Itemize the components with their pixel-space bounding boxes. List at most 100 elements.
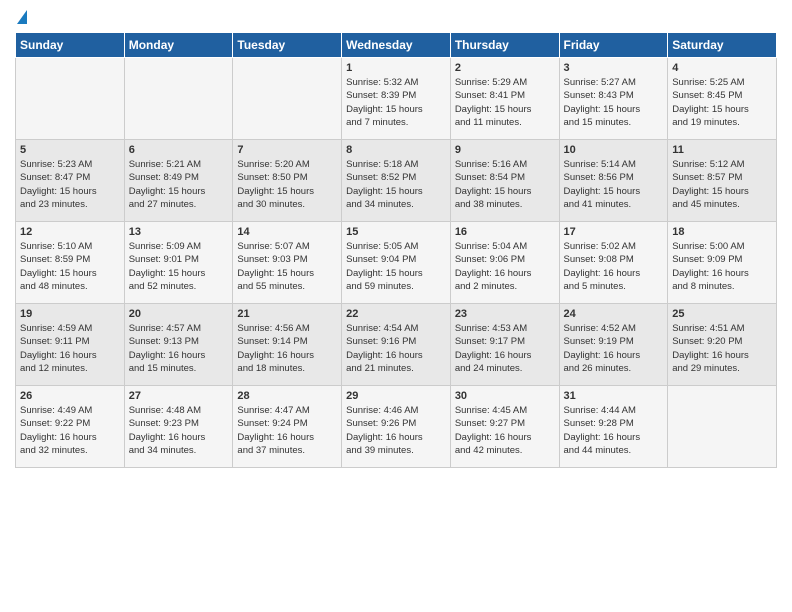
day-number: 16 [455,226,555,238]
calendar-cell: 23 Sunrise: 4:53 AM Sunset: 9:17 PM Dayli… [450,304,559,386]
day-number: 29 [346,390,446,402]
day-info: Sunrise: 4:49 AM Sunset: 9:22 PM Dayligh… [20,404,120,457]
day-number: 6 [129,144,229,156]
day-number: 23 [455,308,555,320]
day-number: 31 [564,390,664,402]
day-info: Sunrise: 4:53 AM Sunset: 9:17 PM Dayligh… [455,322,555,375]
day-info: Sunrise: 5:25 AM Sunset: 8:45 PM Dayligh… [672,76,772,129]
calendar-cell: 19 Sunrise: 4:59 AM Sunset: 9:11 PM Dayli… [16,304,125,386]
day-number: 13 [129,226,229,238]
header [15,10,777,24]
calendar-cell: 27Sunrise: 4:48 AM Sunset: 9:23 PM Dayli… [124,386,233,468]
day-number: 11 [672,144,772,156]
day-number: 8 [346,144,446,156]
day-info: Sunrise: 5:18 AM Sunset: 8:52 PM Dayligh… [346,158,446,211]
day-number: 7 [237,144,337,156]
day-number: 19 [20,308,120,320]
day-info: Sunrise: 4:51 AM Sunset: 9:20 PM Dayligh… [672,322,772,375]
day-number: 4 [672,62,772,74]
day-info: Sunrise: 5:27 AM Sunset: 8:43 PM Dayligh… [564,76,664,129]
day-info: Sunrise: 4:56 AM Sunset: 9:14 PM Dayligh… [237,322,337,375]
calendar-cell: 25 Sunrise: 4:51 AM Sunset: 9:20 PM Dayli… [668,304,777,386]
day-info: Sunrise: 5:23 AM Sunset: 8:47 PM Dayligh… [20,158,120,211]
day-info: Sunrise: 5:05 AM Sunset: 9:04 PM Dayligh… [346,240,446,293]
calendar-cell: 16Sunrise: 5:04 AM Sunset: 9:06 PM Dayli… [450,222,559,304]
calendar-body: 1 Sunrise: 5:32 AM Sunset: 8:39 PM Daylig… [16,58,777,468]
week-row-1: 1 Sunrise: 5:32 AM Sunset: 8:39 PM Daylig… [16,58,777,140]
calendar-cell: 9 Sunrise: 5:16 AM Sunset: 8:54 PM Daylig… [450,140,559,222]
day-number: 17 [564,226,664,238]
calendar-cell: 3 Sunrise: 5:27 AM Sunset: 8:43 PM Daylig… [559,58,668,140]
logo-triangle-icon [17,10,27,24]
day-info: Sunrise: 5:29 AM Sunset: 8:41 PM Dayligh… [455,76,555,129]
day-header-monday: Monday [124,33,233,58]
week-row-3: 12Sunrise: 5:10 AM Sunset: 8:59 PM Dayli… [16,222,777,304]
day-info: Sunrise: 5:00 AM Sunset: 9:09 PM Dayligh… [672,240,772,293]
day-number: 1 [346,62,446,74]
day-number: 9 [455,144,555,156]
calendar-cell: 31 Sunrise: 4:44 AM Sunset: 9:28 PM Dayli… [559,386,668,468]
calendar-cell: 21 Sunrise: 4:56 AM Sunset: 9:14 PM Dayli… [233,304,342,386]
day-number: 30 [455,390,555,402]
calendar-cell: 5Sunrise: 5:23 AM Sunset: 8:47 PM Daylig… [16,140,125,222]
day-header-wednesday: Wednesday [342,33,451,58]
day-info: Sunrise: 4:47 AM Sunset: 9:24 PM Dayligh… [237,404,337,457]
calendar-cell: 11Sunrise: 5:12 AM Sunset: 8:57 PM Dayli… [668,140,777,222]
day-info: Sunrise: 4:57 AM Sunset: 9:13 PM Dayligh… [129,322,229,375]
calendar-cell: 30Sunrise: 4:45 AM Sunset: 9:27 PM Dayli… [450,386,559,468]
day-number: 10 [564,144,664,156]
calendar-cell: 18 Sunrise: 5:00 AM Sunset: 9:09 PM Dayli… [668,222,777,304]
day-info: Sunrise: 5:14 AM Sunset: 8:56 PM Dayligh… [564,158,664,211]
calendar-cell: 26Sunrise: 4:49 AM Sunset: 9:22 PM Dayli… [16,386,125,468]
day-info: Sunrise: 4:44 AM Sunset: 9:28 PM Dayligh… [564,404,664,457]
day-number: 18 [672,226,772,238]
day-info: Sunrise: 4:52 AM Sunset: 9:19 PM Dayligh… [564,322,664,375]
calendar-cell: 4 Sunrise: 5:25 AM Sunset: 8:45 PM Daylig… [668,58,777,140]
day-info: Sunrise: 4:46 AM Sunset: 9:26 PM Dayligh… [346,404,446,457]
day-number: 21 [237,308,337,320]
calendar-cell: 12Sunrise: 5:10 AM Sunset: 8:59 PM Dayli… [16,222,125,304]
calendar-cell: 24 Sunrise: 4:52 AM Sunset: 9:19 PM Dayli… [559,304,668,386]
calendar-table: SundayMondayTuesdayWednesdayThursdayFrid… [15,32,777,468]
day-number: 28 [237,390,337,402]
calendar-cell: 13 Sunrise: 5:09 AM Sunset: 9:01 PM Dayli… [124,222,233,304]
calendar-cell [668,386,777,468]
day-info: Sunrise: 5:02 AM Sunset: 9:08 PM Dayligh… [564,240,664,293]
calendar-cell: 29 Sunrise: 4:46 AM Sunset: 9:26 PM Dayli… [342,386,451,468]
day-number: 2 [455,62,555,74]
day-info: Sunrise: 5:20 AM Sunset: 8:50 PM Dayligh… [237,158,337,211]
day-number: 27 [129,390,229,402]
calendar-cell: 7 Sunrise: 5:20 AM Sunset: 8:50 PM Daylig… [233,140,342,222]
day-number: 3 [564,62,664,74]
week-row-4: 19 Sunrise: 4:59 AM Sunset: 9:11 PM Dayli… [16,304,777,386]
day-info: Sunrise: 5:10 AM Sunset: 8:59 PM Dayligh… [20,240,120,293]
calendar-cell: 1 Sunrise: 5:32 AM Sunset: 8:39 PM Daylig… [342,58,451,140]
day-header-friday: Friday [559,33,668,58]
day-number: 25 [672,308,772,320]
calendar-cell: 17 Sunrise: 5:02 AM Sunset: 9:08 PM Dayli… [559,222,668,304]
calendar-cell: 28 Sunrise: 4:47 AM Sunset: 9:24 PM Dayli… [233,386,342,468]
calendar-cell: 6Sunrise: 5:21 AM Sunset: 8:49 PM Daylig… [124,140,233,222]
day-number: 14 [237,226,337,238]
day-number: 24 [564,308,664,320]
calendar-cell [124,58,233,140]
day-header-thursday: Thursday [450,33,559,58]
day-info: Sunrise: 5:16 AM Sunset: 8:54 PM Dayligh… [455,158,555,211]
calendar-cell: 2 Sunrise: 5:29 AM Sunset: 8:41 PM Daylig… [450,58,559,140]
day-info: Sunrise: 5:32 AM Sunset: 8:39 PM Dayligh… [346,76,446,129]
day-header-sunday: Sunday [16,33,125,58]
calendar-cell [16,58,125,140]
day-number: 15 [346,226,446,238]
day-info: Sunrise: 4:59 AM Sunset: 9:11 PM Dayligh… [20,322,120,375]
calendar-header: SundayMondayTuesdayWednesdayThursdayFrid… [16,33,777,58]
calendar-cell: 20Sunrise: 4:57 AM Sunset: 9:13 PM Dayli… [124,304,233,386]
day-info: Sunrise: 5:09 AM Sunset: 9:01 PM Dayligh… [129,240,229,293]
week-row-5: 26Sunrise: 4:49 AM Sunset: 9:22 PM Dayli… [16,386,777,468]
calendar-cell: 15 Sunrise: 5:05 AM Sunset: 9:04 PM Dayli… [342,222,451,304]
header-row: SundayMondayTuesdayWednesdayThursdayFrid… [16,33,777,58]
week-row-2: 5Sunrise: 5:23 AM Sunset: 8:47 PM Daylig… [16,140,777,222]
calendar-cell: 14Sunrise: 5:07 AM Sunset: 9:03 PM Dayli… [233,222,342,304]
page: SundayMondayTuesdayWednesdayThursdayFrid… [0,0,792,478]
calendar-cell: 8 Sunrise: 5:18 AM Sunset: 8:52 PM Daylig… [342,140,451,222]
calendar-cell: 10 Sunrise: 5:14 AM Sunset: 8:56 PM Dayli… [559,140,668,222]
